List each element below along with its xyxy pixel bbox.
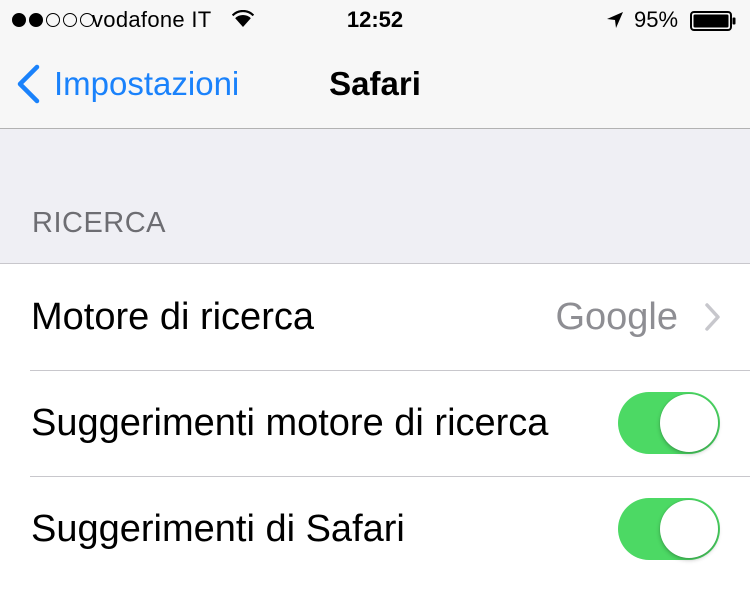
toggle-knob (660, 394, 718, 452)
search-engine-suggestions-toggle[interactable] (618, 392, 720, 454)
safari-suggestions-toggle[interactable] (618, 498, 720, 560)
safari-suggestions-row: Suggerimenti di Safari (0, 476, 750, 582)
toggle-knob (660, 500, 718, 558)
battery-percent: 95% (634, 7, 679, 32)
settings-screen: vodafone IT 12:52 95% Impostazioni Safar… (0, 0, 750, 597)
row-label: Suggerimenti motore di ricerca (31, 401, 549, 444)
search-engine-suggestions-row: Suggerimenti motore di ricerca (0, 370, 750, 476)
row-label: Motore di ricerca (31, 295, 314, 338)
navigation-bar: Impostazioni Safari (0, 40, 750, 128)
page-title: Safari (329, 65, 421, 102)
search-engine-row[interactable]: Motore di ricerca Google (0, 264, 750, 370)
section-header: RICERCA (32, 207, 167, 239)
top-bar: vodafone IT 12:52 95% Impostazioni Safar… (0, 0, 750, 129)
status-bar: vodafone IT 12:52 95% (0, 0, 750, 40)
settings-group: Motore di ricerca Google Suggerimenti mo… (0, 263, 750, 597)
search-engine-value: Google (555, 295, 678, 338)
chevron-right-icon (705, 303, 720, 331)
location-arrow-icon (607, 12, 623, 28)
battery-icon (690, 11, 736, 31)
row-label: Suggerimenti di Safari (31, 507, 405, 550)
